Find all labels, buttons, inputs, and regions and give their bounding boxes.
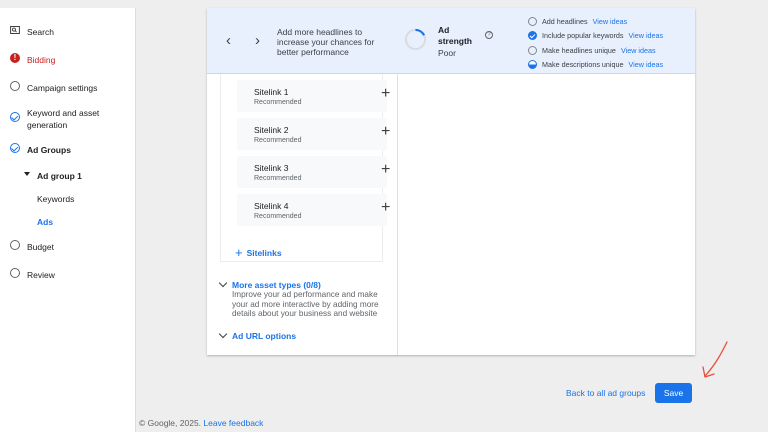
sitelink-title: Sitelink 1: [254, 87, 289, 97]
chevron-down-icon: [218, 329, 228, 339]
ad-strength-banner: ‹ › Add more headlines to increase your …: [207, 8, 695, 74]
view-ideas-link[interactable]: View ideas: [629, 60, 664, 69]
nav-ad-groups[interactable]: Ad Groups: [10, 143, 71, 156]
plus-icon: +: [235, 245, 243, 260]
add-icon[interactable]: +: [381, 162, 390, 178]
tip-item: Make descriptions unique View ideas: [528, 58, 663, 73]
add-icon[interactable]: +: [381, 124, 390, 140]
nav-ad-groups-label: Ad Groups: [27, 145, 71, 155]
nav-keywords-label: Keywords: [37, 194, 75, 204]
assets-panel: Sitelink 1 Recommended + Sitelink 2 Reco…: [207, 74, 398, 355]
tip-item: Add headlines View ideas: [528, 14, 663, 29]
sitelink-title: Sitelink 4: [254, 201, 289, 211]
sitelink-subtitle: Recommended: [254, 213, 302, 220]
check-circle-icon: [10, 112, 20, 122]
sitelinks-section: Sitelink 1 Recommended + Sitelink 2 Reco…: [220, 74, 390, 262]
tip-label: Include popular keywords: [542, 31, 624, 41]
tip-item: Include popular keywords View ideas: [528, 29, 663, 44]
chevron-down-icon: [218, 278, 228, 288]
add-sitelinks-button[interactable]: + Sitelinks: [235, 245, 282, 260]
nav-campaign-settings[interactable]: Campaign settings: [10, 81, 98, 94]
annotation-arrow-icon: [702, 341, 728, 378]
sitelink-card[interactable]: Sitelink 1 Recommended +: [237, 80, 390, 112]
view-ideas-link[interactable]: View ideas: [629, 31, 664, 40]
save-button[interactable]: Save: [655, 383, 692, 403]
help-icon[interactable]: ?: [485, 31, 493, 39]
sitelink-subtitle: Recommended: [254, 99, 302, 106]
nav-budget[interactable]: Budget: [10, 240, 54, 253]
banner-message: Add more headlines to increase your chan…: [277, 27, 375, 57]
circle-icon: [528, 45, 537, 55]
chevron-right-icon[interactable]: ›: [255, 32, 260, 49]
nav-budget-label: Budget: [27, 242, 54, 252]
nav-bidding[interactable]: ! Bidding: [10, 53, 56, 66]
more-asset-types-toggle[interactable]: More asset types (0/8): [218, 278, 321, 290]
tip-label: Make descriptions unique: [542, 60, 624, 70]
sitelink-card[interactable]: Sitelink 4 Recommended +: [237, 194, 390, 226]
nav-search[interactable]: Search: [10, 26, 54, 38]
view-ideas-link[interactable]: View ideas: [621, 46, 656, 55]
nav-review-label: Review: [27, 270, 55, 280]
copyright-text: © Google, 2025.: [139, 418, 202, 428]
add-icon[interactable]: +: [381, 200, 390, 216]
sidebar: Search ! Bidding Campaign settings Keywo…: [0, 8, 136, 432]
tip-item: Make headlines unique View ideas: [528, 43, 663, 58]
ad-strength-tips: Add headlines View ideas Include popular…: [528, 14, 663, 72]
check-circle-icon: [10, 143, 20, 153]
add-sitelinks-label: Sitelinks: [246, 247, 282, 258]
leave-feedback-link[interactable]: Leave feedback: [203, 418, 263, 428]
nav-ad-group-1-label: Ad group 1: [37, 171, 82, 181]
ad-strength-value: Poor: [438, 48, 456, 58]
nav-ads[interactable]: Ads: [37, 216, 53, 228]
search-campaign-icon: [10, 25, 20, 35]
back-to-ad-groups-link[interactable]: Back to all ad groups: [566, 388, 645, 398]
nav-keyword-asset-label: Keyword and asset generation: [27, 108, 100, 130]
sitelink-subtitle: Recommended: [254, 175, 302, 182]
sitelink-subtitle: Recommended: [254, 137, 302, 144]
sitelink-card[interactable]: Sitelink 2 Recommended +: [237, 118, 390, 150]
more-asset-types-label: More asset types (0/8): [232, 280, 321, 290]
circle-icon: [528, 16, 537, 26]
footer: © Google, 2025. Leave feedback: [139, 418, 263, 428]
view-ideas-link[interactable]: View ideas: [593, 17, 628, 26]
more-asset-types-description: Improve your ad performance and make you…: [232, 290, 379, 318]
nav-keyword-asset-generation[interactable]: Keyword and asset generation: [10, 107, 107, 131]
ad-url-options-toggle[interactable]: Ad URL options: [218, 329, 297, 341]
half-circle-icon: [528, 60, 537, 70]
sitelink-title: Sitelink 3: [254, 163, 289, 173]
nav-bidding-label: Bidding: [27, 55, 56, 65]
check-circle-filled-icon: [528, 31, 537, 41]
ad-strength-ring-icon: [404, 28, 427, 51]
caret-down-icon: [24, 169, 30, 179]
circle-icon: [10, 268, 20, 278]
nav-ads-label: Ads: [37, 217, 54, 227]
tip-label: Make headlines unique: [542, 45, 616, 55]
nav-ad-group-1[interactable]: Ad group 1: [24, 170, 82, 182]
circle-icon: [10, 81, 20, 91]
tip-label: Add headlines: [542, 16, 588, 26]
ad-strength-title: Ad strength: [438, 25, 472, 46]
ad-editor-card: ‹ › Add more headlines to increase your …: [207, 8, 695, 355]
ad-url-options-label: Ad URL options: [232, 331, 297, 341]
nav-search-label: Search: [27, 27, 54, 37]
nav-campaign-settings-label: Campaign settings: [27, 83, 98, 93]
nav-keywords[interactable]: Keywords: [37, 193, 74, 205]
error-icon: !: [10, 53, 20, 63]
add-icon[interactable]: +: [381, 86, 390, 102]
sitelink-title: Sitelink 2: [254, 125, 289, 135]
nav-review[interactable]: Review: [10, 268, 55, 281]
chevron-left-icon[interactable]: ‹: [226, 32, 231, 49]
circle-icon: [10, 240, 20, 250]
sitelink-card[interactable]: Sitelink 3 Recommended +: [237, 156, 390, 188]
